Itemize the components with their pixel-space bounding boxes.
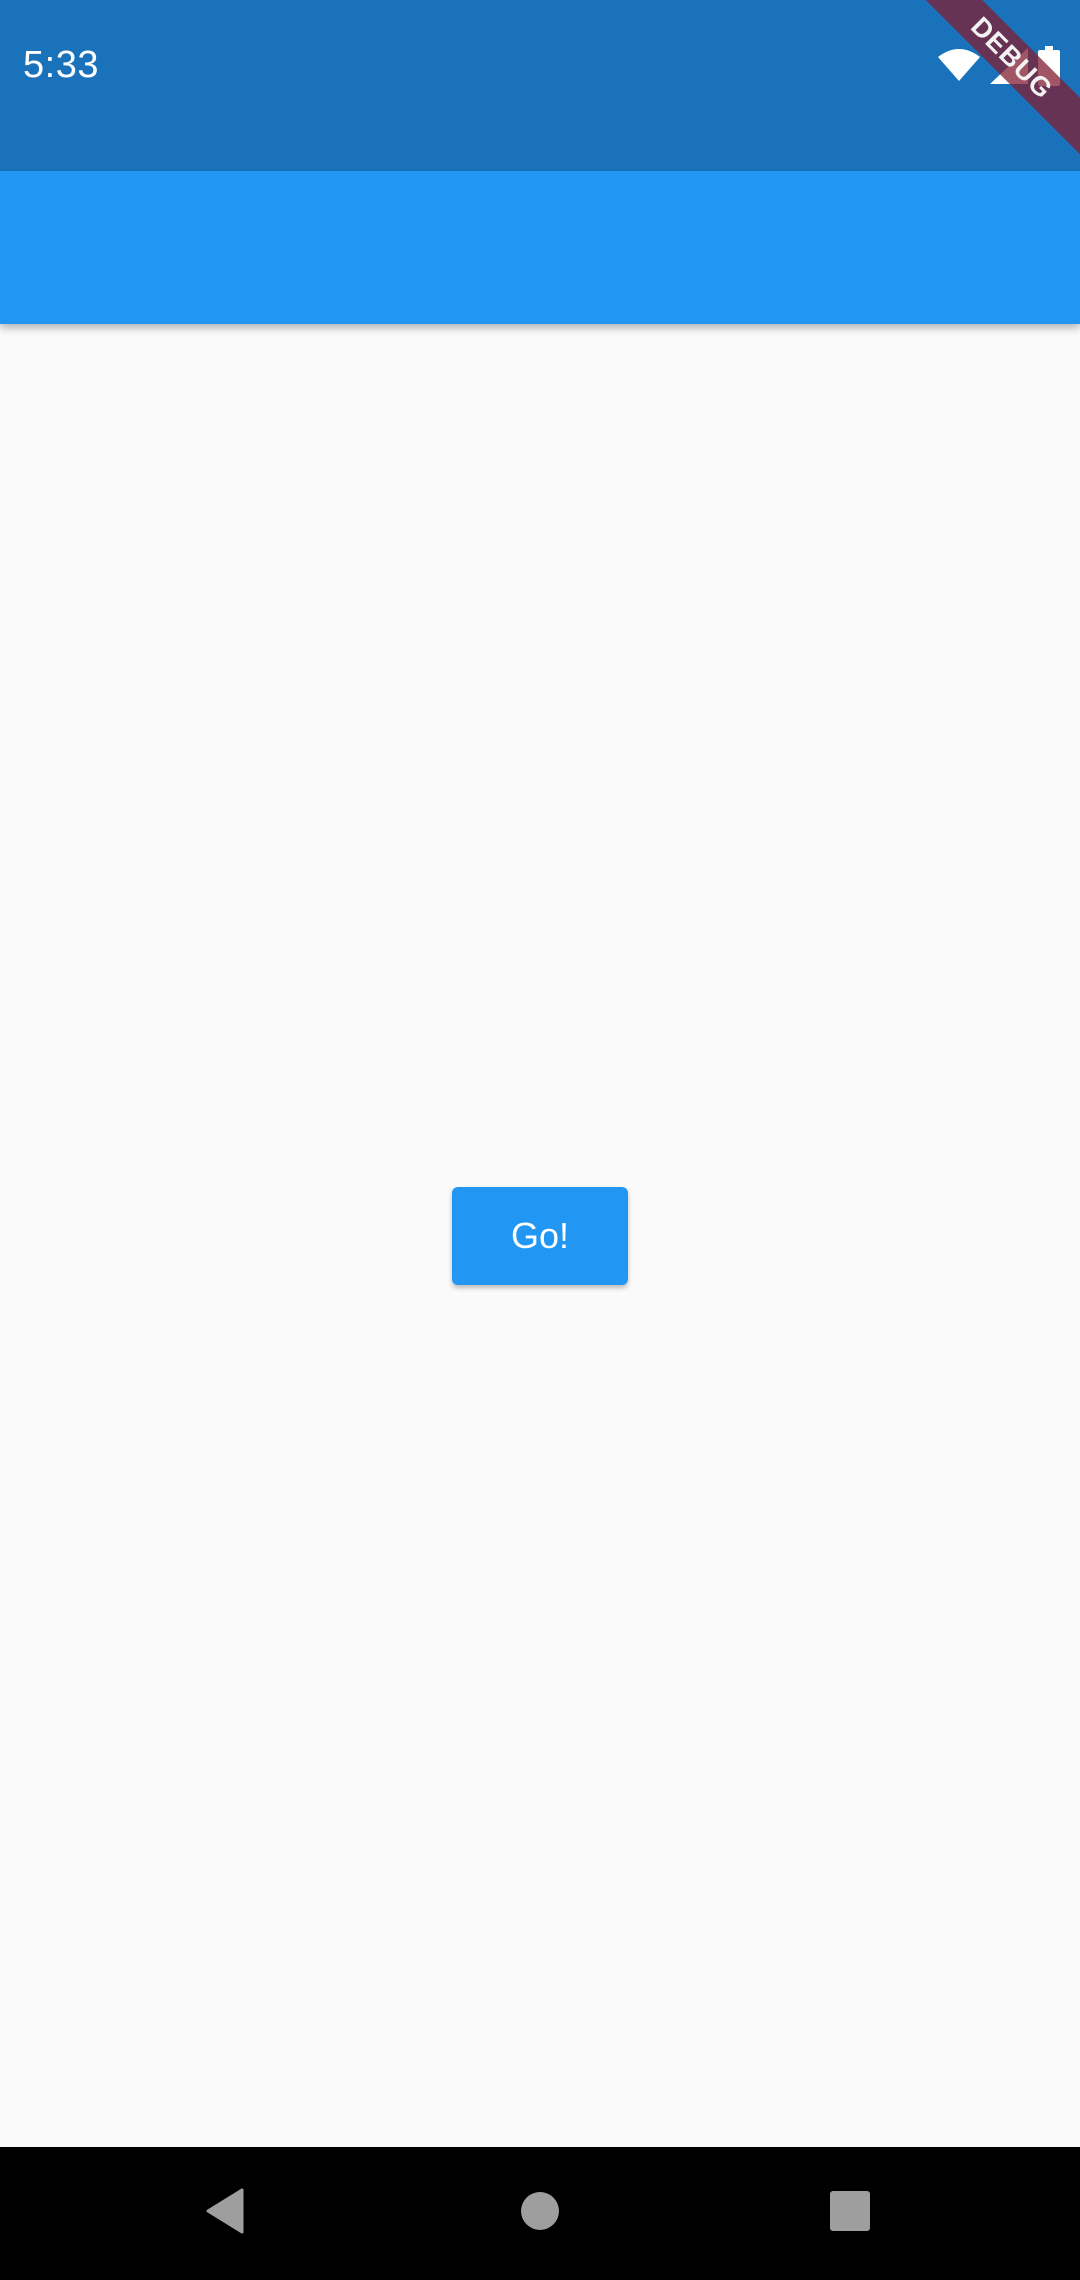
navigation-bar (0, 2147, 1080, 2280)
status-time: 5:33 (23, 44, 99, 86)
recents-icon (829, 2190, 871, 2237)
recents-button[interactable] (790, 2147, 910, 2280)
back-icon (206, 2188, 246, 2239)
home-icon (520, 2191, 560, 2236)
debug-banner: DEBUG (910, 0, 1080, 170)
go-button[interactable]: Go! (452, 1187, 628, 1285)
app-bar (0, 171, 1080, 324)
debug-banner-label: DEBUG (910, 0, 1080, 165)
back-button[interactable] (166, 2147, 286, 2280)
home-button[interactable] (480, 2147, 600, 2280)
